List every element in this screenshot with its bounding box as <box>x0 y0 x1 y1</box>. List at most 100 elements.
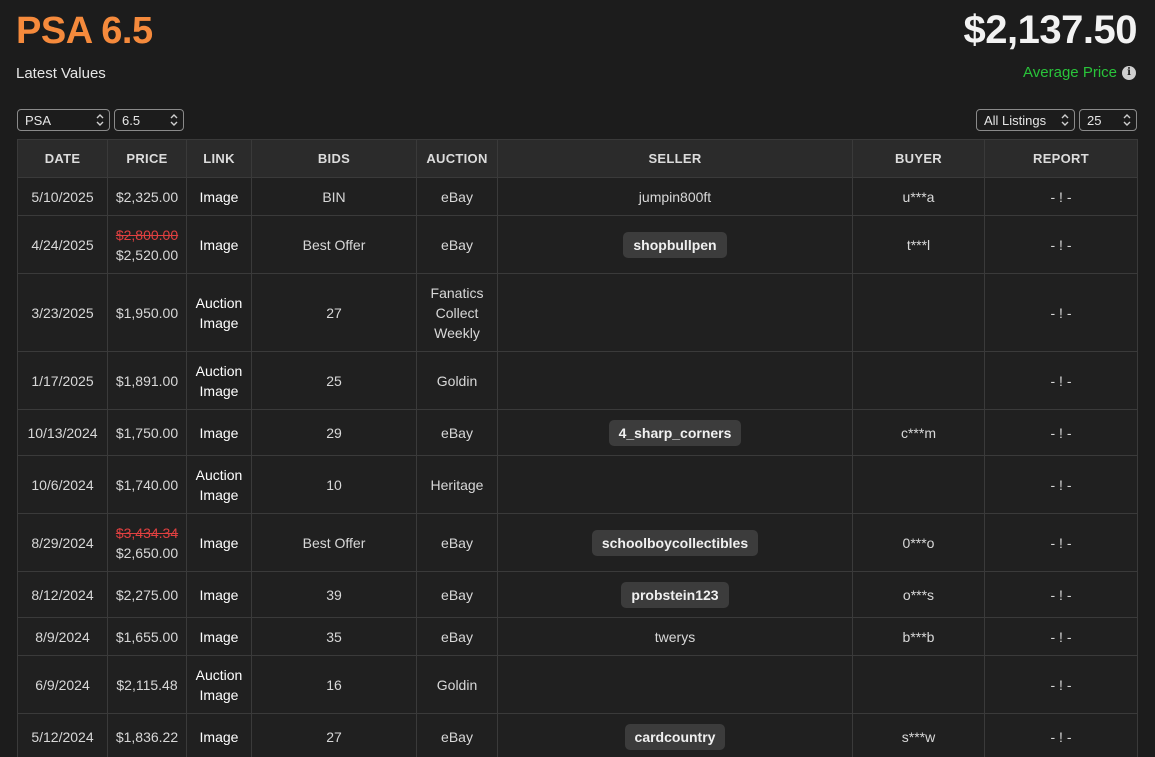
image-link[interactable]: Image <box>187 235 251 255</box>
auction-cell: Goldin <box>416 655 498 714</box>
price-cell: $1,655.00 <box>107 617 187 656</box>
sale-price: $2,650.00 <box>115 544 179 561</box>
buyer-cell: 0***o <box>852 513 985 572</box>
table-row: 4/24/2025 $2,800.00 $2,520.00 Image Best Off… <box>17 215 1138 274</box>
seller-badge[interactable]: probstein123 <box>621 581 729 608</box>
original-price-struck: $2,800.00 <box>115 226 179 243</box>
seller-badge[interactable]: shopbullpen <box>623 231 727 258</box>
sale-price: $2,115.48 <box>116 676 178 693</box>
auction-cell: Goldin <box>416 351 498 410</box>
seller-cell: schoolboycollectibles <box>497 513 853 572</box>
table-row: 5/12/2024 $1,836.22 Image 27 eBay cardcountry… <box>17 713 1138 757</box>
column-header-report[interactable]: REPORT <box>984 139 1138 178</box>
sale-price: $1,950.00 <box>115 304 179 321</box>
bid-count: BIN <box>322 188 346 205</box>
seller-cell <box>497 655 853 714</box>
sale-price: $1,891.00 <box>115 372 179 389</box>
report-flag-link[interactable]: - ! - <box>1051 373 1072 389</box>
bids-cell: 29 <box>251 409 417 456</box>
buyer-cell: t***l <box>852 215 985 274</box>
sales-page: PSA 6.5 Latest Values $2,137.50 Average … <box>0 0 1155 757</box>
bids-cell: 27 <box>251 713 417 757</box>
report-flag-link[interactable]: - ! - <box>1051 587 1072 603</box>
table-row: 6/9/2024 $2,115.48 Auction Image 16 Goldin - !… <box>17 655 1138 714</box>
column-header-buyer[interactable]: BUYER <box>852 139 985 178</box>
image-link[interactable]: Image <box>187 381 251 401</box>
report-flag-link[interactable]: - ! - <box>1051 305 1072 321</box>
image-link[interactable]: Image <box>187 423 251 443</box>
link-cell: Image <box>186 215 252 274</box>
page-size-select[interactable]: 25 <box>1079 109 1137 131</box>
sale-date: 4/24/2025 <box>31 236 94 253</box>
auction-house: eBay <box>441 728 473 745</box>
report-cell: - ! - <box>984 455 1138 514</box>
listing-type-select[interactable]: All Listings <box>976 109 1075 131</box>
auction-link[interactable]: Auction <box>187 293 251 313</box>
link-cell: Image <box>186 513 252 572</box>
seller-badge[interactable]: schoolboycollectibles <box>591 529 759 556</box>
column-header-bids[interactable]: BIDS <box>251 139 417 178</box>
grade-select[interactable]: 6.5 <box>114 109 184 131</box>
report-flag-link[interactable]: - ! - <box>1051 677 1072 693</box>
info-icon[interactable]: i <box>1122 65 1136 80</box>
report-flag-link[interactable]: - ! - <box>1051 629 1072 645</box>
auction-house: eBay <box>441 424 473 441</box>
auction-house: eBay <box>441 188 473 205</box>
image-link[interactable]: Image <box>187 627 251 647</box>
price-cell: $2,325.00 <box>107 177 187 216</box>
link-cell: Image <box>186 177 252 216</box>
bids-cell: 10 <box>251 455 417 514</box>
report-cell: - ! - <box>984 351 1138 410</box>
column-header-date[interactable]: DATE <box>17 139 108 178</box>
auction-cell: eBay <box>416 571 498 618</box>
latest-values-label: Latest Values <box>16 65 106 82</box>
column-header-price[interactable]: PRICE <box>107 139 187 178</box>
seller-cell: probstein123 <box>497 571 853 618</box>
auction-link[interactable]: Auction <box>187 465 251 485</box>
seller-badge[interactable]: 4_sharp_corners <box>608 419 742 446</box>
bid-count: 10 <box>326 476 342 493</box>
sale-date: 8/12/2024 <box>31 586 94 603</box>
sale-price: $1,740.00 <box>115 476 179 493</box>
column-header-seller[interactable]: SELLER <box>497 139 853 178</box>
bids-cell: 27 <box>251 273 417 352</box>
sale-price: $1,655.00 <box>115 628 179 645</box>
seller-name: jumpin800ft <box>638 188 712 205</box>
seller-cell <box>497 351 853 410</box>
report-flag-link[interactable]: - ! - <box>1051 535 1072 551</box>
seller-cell: shopbullpen <box>497 215 853 274</box>
image-link[interactable]: Image <box>187 187 251 207</box>
select-chevron-icon <box>170 113 178 127</box>
report-cell: - ! - <box>984 215 1138 274</box>
report-flag-link[interactable]: - ! - <box>1051 477 1072 493</box>
auction-link[interactable]: Auction <box>187 665 251 685</box>
report-flag-link[interactable]: - ! - <box>1051 237 1072 253</box>
image-link[interactable]: Image <box>187 585 251 605</box>
auction-cell: eBay <box>416 713 498 757</box>
auction-house: Fanatics <box>430 284 484 301</box>
sale-date: 8/29/2024 <box>31 534 94 551</box>
price-cell: $2,800.00 $2,520.00 <box>107 215 187 274</box>
auction-house: Goldin <box>436 372 478 389</box>
column-header-link[interactable]: LINK <box>186 139 252 178</box>
column-header-auction[interactable]: AUCTION <box>416 139 498 178</box>
seller-badge[interactable]: cardcountry <box>624 723 726 750</box>
report-flag-link[interactable]: - ! - <box>1051 425 1072 441</box>
date-cell: 10/6/2024 <box>17 455 108 514</box>
report-flag-link[interactable]: - ! - <box>1051 729 1072 745</box>
image-link[interactable]: Image <box>187 533 251 553</box>
link-cell: Image <box>186 617 252 656</box>
report-flag-link[interactable]: - ! - <box>1051 189 1072 205</box>
auction-link[interactable]: Auction <box>187 361 251 381</box>
report-cell: - ! - <box>984 617 1138 656</box>
image-link[interactable]: Image <box>187 313 251 333</box>
image-link[interactable]: Image <box>187 727 251 747</box>
bids-cell: 35 <box>251 617 417 656</box>
image-link[interactable]: Image <box>187 685 251 705</box>
company-select[interactable]: PSA <box>17 109 110 131</box>
image-link[interactable]: Image <box>187 485 251 505</box>
select-chevron-icon <box>1061 113 1069 127</box>
date-cell: 4/24/2025 <box>17 215 108 274</box>
buyer-name: 0***o <box>902 534 935 551</box>
sale-date: 5/12/2024 <box>31 728 94 745</box>
